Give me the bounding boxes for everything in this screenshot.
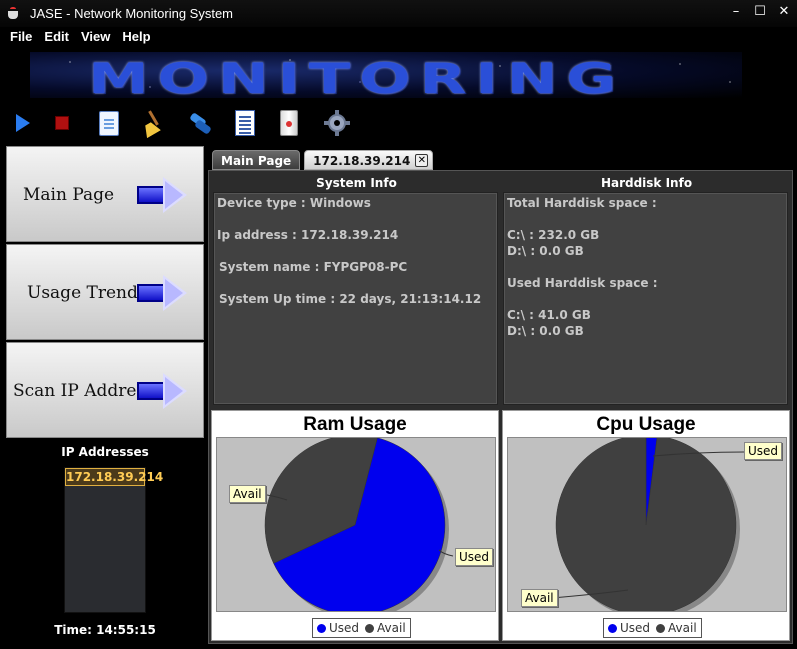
total-d-drive: D:\ : 0.0 GB: [507, 244, 584, 258]
nav-label: Usage Trend: [27, 283, 138, 303]
system-info-heading: System Info: [316, 176, 397, 190]
legend-avail: Avail: [656, 621, 697, 635]
ram-plot-area: Avail Used: [216, 437, 496, 612]
disk-icon[interactable]: [274, 108, 304, 138]
tab-bar: Main Page 172.18.39.214 ✕: [212, 150, 434, 170]
play-icon[interactable]: [8, 108, 38, 138]
java-cup-icon: [6, 6, 22, 21]
legend-avail-dot: [656, 624, 666, 633]
ip-addresses-heading: IP Addresses: [61, 445, 149, 459]
total-c-drive: C:\ : 232.0 GB: [507, 228, 600, 242]
refresh-icon[interactable]: [185, 108, 215, 138]
ip-address: Ip address : 172.18.39.214: [217, 228, 399, 242]
ram-pie-svg: [260, 438, 454, 611]
list-icon[interactable]: [230, 108, 260, 138]
harddisk-info-heading: Harddisk Info: [600, 176, 693, 190]
used-d-drive: D:\ : 0.0 GB: [507, 324, 584, 338]
ram-legend: Used Avail: [312, 618, 411, 638]
window-title: JASE - Network Monitoring System: [30, 6, 234, 21]
system-uptime: System Up time : 22 days, 21:13:14.12: [219, 292, 482, 306]
tab-ip-label: 172.18.39.214: [313, 154, 411, 168]
cpu-usage-chart: Cpu Usage Used Avail Used Avail: [502, 410, 790, 641]
clock-time: Time: 14:55:15: [54, 623, 156, 637]
tab-close-icon[interactable]: ✕: [415, 154, 429, 167]
cpu-plot-area: Used Avail: [507, 437, 787, 612]
nav-label: Main Page: [23, 185, 115, 205]
nav-usage-trend-button[interactable]: Usage Trend: [6, 244, 204, 340]
legend-used-dot: [317, 624, 326, 633]
cpu-pie-svg: [551, 438, 745, 611]
monitoring-banner: MONITORING: [30, 52, 742, 98]
legend-used: Used: [608, 621, 650, 635]
menu-view[interactable]: View: [81, 27, 110, 47]
total-harddisk-label: Total Harddisk space :: [507, 196, 657, 210]
title-bar: JASE - Network Monitoring System – ☐ ✕: [0, 0, 797, 27]
used-harddisk-label: Used Harddisk space :: [507, 276, 658, 290]
minimize-button[interactable]: –: [729, 4, 743, 20]
used-c-drive: C:\ : 41.0 GB: [507, 308, 591, 322]
nav-label: Scan IP Address: [13, 381, 154, 401]
ip-address-list[interactable]: 172.18.39.214: [64, 467, 163, 613]
harddisk-info-box: Total Harddisk space : C:\ : 232.0 GB D:…: [503, 192, 788, 405]
legend-avail-label: Avail: [377, 621, 406, 635]
maximize-button[interactable]: ☐: [753, 4, 767, 20]
legend-used-label: Used: [620, 621, 651, 635]
close-button[interactable]: ✕: [777, 4, 791, 20]
ip-list-item[interactable]: 172.18.39.214: [65, 468, 163, 486]
ram-used-label: Used: [455, 548, 494, 566]
toolbar: [0, 104, 797, 142]
document-icon[interactable]: [94, 108, 124, 138]
pie-slice-avail: [555, 438, 737, 611]
legend-avail: Avail: [365, 621, 406, 635]
nav-scan-ip-button[interactable]: Scan IP Address: [6, 342, 204, 438]
system-name: System name : FYPGP08-PC: [219, 260, 408, 274]
legend-used: Used: [317, 621, 359, 635]
arrow-right-icon: [137, 177, 187, 213]
menu-bar: File Edit View Help: [0, 27, 797, 47]
cpu-used-label: Used: [744, 442, 783, 460]
arrow-right-icon: [137, 275, 187, 311]
cpu-legend: Used Avail: [603, 618, 702, 638]
legend-used-label: Used: [329, 621, 360, 635]
tab-ip-detail[interactable]: 172.18.39.214 ✕: [304, 150, 434, 170]
menu-file[interactable]: File: [10, 27, 32, 47]
ram-usage-chart: Ram Usage Avail Used Used Avail: [211, 410, 499, 641]
legend-avail-dot: [365, 624, 375, 633]
device-type: Device type : Windows: [217, 196, 371, 210]
broom-icon[interactable]: [137, 108, 167, 138]
ram-avail-label: Avail: [229, 485, 266, 503]
chart-title: Ram Usage: [303, 414, 407, 435]
banner-text: MONITORING: [88, 54, 625, 98]
nav-main-page-button[interactable]: Main Page: [6, 146, 204, 242]
menu-edit[interactable]: Edit: [44, 27, 69, 47]
arrow-right-icon: [137, 373, 187, 409]
menu-help[interactable]: Help: [122, 27, 150, 47]
legend-avail-label: Avail: [668, 621, 697, 635]
legend-used-dot: [608, 624, 617, 633]
system-info-box: Device type : Windows Ip address : 172.1…: [213, 192, 498, 405]
cpu-avail-label: Avail: [521, 589, 558, 607]
detail-panel: System Info Harddisk Info Device type : …: [208, 170, 793, 644]
tab-main-page[interactable]: Main Page: [212, 150, 301, 170]
chart-title: Cpu Usage: [596, 414, 696, 435]
stop-icon[interactable]: [47, 108, 77, 138]
gear-icon[interactable]: [322, 108, 352, 138]
